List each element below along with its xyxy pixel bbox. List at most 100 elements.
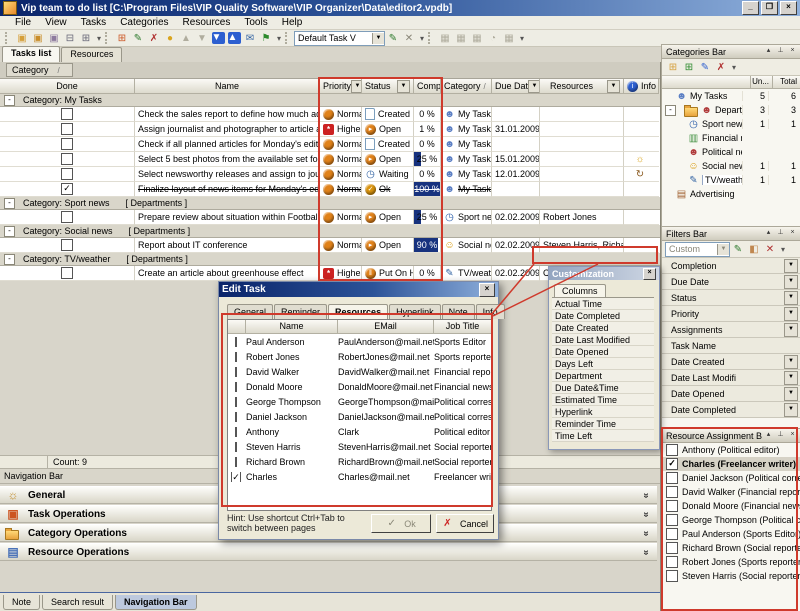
done-checkbox[interactable] — [61, 138, 73, 150]
add-subcategory-button[interactable]: ⊞ — [681, 60, 697, 75]
category-tree-item-financial-news[interactable]: ▥ Financial news — [662, 131, 800, 145]
filter-row-status[interactable]: Status ▼ — [662, 290, 800, 306]
resource-checkbox[interactable] — [666, 486, 678, 498]
panel-close-button[interactable]: × — [787, 430, 798, 441]
group-row[interactable]: - Category: Social news [ Departments ] — [0, 225, 660, 238]
toolbar-overflow-icon[interactable]: ▾ — [417, 34, 427, 43]
cancel-button[interactable]: ✗Cancel — [436, 514, 494, 533]
resource-checkbox[interactable] — [235, 412, 237, 422]
menu-help[interactable]: Help — [275, 17, 310, 28]
resource-item-steven-harris[interactable]: Steven Harris (Social reporter) — [662, 569, 800, 583]
panel-collapse-button[interactable]: ▴ — [763, 430, 774, 441]
expand-all-button[interactable]: ▼ — [210, 31, 226, 46]
column-header-total[interactable]: Total — [773, 76, 800, 88]
task-row[interactable]: Assign journalist and photographer to ar… — [0, 122, 660, 137]
filter-row-date-created[interactable]: Date Created ▼ — [662, 354, 800, 370]
task-row[interactable]: Select 5 best photos from the available … — [0, 152, 660, 167]
restore-button[interactable]: ❐ — [761, 1, 778, 15]
dialog-tab-reminder[interactable]: Reminder — [274, 304, 327, 319]
column-header-email[interactable]: EMail — [338, 320, 434, 333]
dialog-resource-row[interactable]: ✓ Charles Charles@mail.net Freelancer wr… — [228, 469, 491, 484]
column-header-done[interactable]: Done — [0, 79, 135, 94]
column-header-category[interactable]: Category/ — [441, 79, 492, 94]
toolbar-grip[interactable] — [105, 32, 110, 44]
filter-row-priority[interactable]: Priority ▼ — [662, 306, 800, 322]
resource-checkbox[interactable] — [666, 514, 678, 526]
resource-item-george-thompson[interactable]: George Thompson (Political correspond — [662, 513, 800, 527]
collapse-icon[interactable]: - — [4, 254, 15, 265]
resource-item-anthony[interactable]: Anthony (Political editor) — [662, 443, 800, 457]
filter-dropdown-icon[interactable]: ▼ — [784, 259, 798, 273]
resource-checkbox[interactable] — [666, 444, 678, 456]
menu-tools[interactable]: Tools — [237, 17, 274, 28]
filter-row-completion[interactable]: Completion ▼ — [662, 258, 800, 274]
column-header-job-title[interactable]: Job Title — [434, 320, 491, 333]
dialog-tab-info[interactable]: Info — [476, 304, 505, 319]
resource-checkbox[interactable] — [235, 397, 237, 407]
filter-preset-combo[interactable]: Custom ▼ — [665, 242, 730, 257]
resource-checkbox[interactable]: ✓ — [231, 472, 241, 482]
category-tree-item-social-news[interactable]: ☺ Social news 1 1 — [662, 159, 800, 173]
bottom-tab-search-result[interactable]: Search result — [42, 595, 113, 610]
customization-item-days-left[interactable]: Days Left — [552, 358, 654, 370]
resource-item-david-walker[interactable]: David Walker (Financial reporter) — [662, 485, 800, 499]
dialog-resource-row[interactable]: Daniel Jackson DanielJackson@mail.net Po… — [228, 409, 491, 424]
filter-row-assignments[interactable]: Assignments ▼ — [662, 322, 800, 338]
resource-checkbox[interactable] — [666, 570, 678, 582]
customization-item-estimated-time[interactable]: Estimated Time — [552, 394, 654, 406]
dialog-resource-row[interactable]: Steven Harris StevenHarris@mail.net Soci… — [228, 439, 491, 454]
task-view-combo[interactable]: Default Task V ▼ — [294, 31, 385, 46]
inactive-tool-2-button[interactable]: ▦ — [453, 31, 469, 46]
filter-dropdown-icon[interactable]: ▼ — [784, 307, 798, 321]
resource-checkbox[interactable] — [666, 556, 678, 568]
column-header-complete[interactable]: Complete — [414, 79, 441, 94]
inactive-tool-3-button[interactable]: ▦ — [469, 31, 485, 46]
collapse-icon[interactable]: - — [4, 226, 15, 237]
resource-checkbox[interactable] — [235, 367, 237, 377]
group-row[interactable]: - Category: My Tasks — [0, 94, 660, 107]
filter-row-date-opened[interactable]: Date Opened ▼ — [662, 386, 800, 402]
dialog-resource-row[interactable]: Paul Anderson PaulAnderson@mail.net Spor… — [228, 334, 491, 349]
resource-checkbox[interactable] — [235, 442, 237, 452]
resource-checkbox[interactable] — [666, 500, 678, 512]
panel-collapse-button[interactable]: ▴ — [763, 46, 774, 57]
chevron-down-icon[interactable]: ▼ — [717, 244, 729, 255]
customization-item-date-opened[interactable]: Date Opened — [552, 346, 654, 358]
column-header-status[interactable]: Status▼ — [362, 79, 414, 94]
chevron-expand-icon[interactable]: » — [641, 549, 652, 555]
done-checkbox[interactable] — [61, 239, 73, 251]
customization-item-hyperlink[interactable]: Hyperlink — [552, 406, 654, 418]
menu-file[interactable]: File — [8, 17, 38, 28]
new-database-button[interactable]: ▣ — [14, 31, 30, 46]
panel-collapse-button[interactable]: ▴ — [763, 228, 774, 239]
done-checkbox[interactable] — [61, 267, 73, 279]
inactive-tool-5-button[interactable]: ▦ — [501, 31, 517, 46]
resource-item-donald-moore[interactable]: Donald Moore (Financial news editor) — [662, 499, 800, 513]
panel-pin-button[interactable]: ⊥ — [775, 228, 786, 239]
add-category-button[interactable]: ⊞ — [665, 60, 681, 75]
add-task-button[interactable]: ⊞ — [114, 31, 130, 46]
column-header-unfinished[interactable]: Un... — [751, 76, 773, 88]
panel-close-button[interactable]: × — [787, 46, 798, 57]
category-tree-item-sport-news[interactable]: ◷ Sport news 1 1 — [662, 117, 800, 131]
group-by-chip-category[interactable]: Category / — [6, 63, 73, 77]
chevron-down-icon[interactable]: ▼ — [372, 33, 384, 44]
toolbar-grip[interactable] — [285, 32, 290, 44]
print-preview-button[interactable]: ⊞ — [78, 31, 94, 46]
column-header-priority[interactable]: Priority▼ — [320, 79, 362, 94]
category-tree-item-tv-weather[interactable]: ✎ TV/weather 1 1 — [662, 173, 800, 187]
column-header-name[interactable]: Name — [246, 320, 338, 333]
bottom-tab-note[interactable]: Note — [3, 595, 40, 610]
toolbar-grip[interactable] — [428, 32, 433, 44]
done-checkbox[interactable]: ✓ — [61, 183, 73, 195]
collapse-icon[interactable]: - — [4, 95, 15, 106]
column-header-resources[interactable]: Resources▼ — [540, 79, 624, 94]
category-tree-item-departments[interactable]: - ☻ Departments 3 3 — [662, 103, 800, 117]
delete-category-button[interactable]: ✗ — [713, 60, 729, 75]
dialog-tab-note[interactable]: Note — [442, 304, 475, 319]
toolbar-overflow-icon[interactable]: ▾ — [729, 63, 739, 72]
toolbar-overflow-icon[interactable]: ▾ — [94, 34, 104, 43]
resource-item-richard-brown[interactable]: Richard Brown (Social reporter ) — [662, 541, 800, 555]
resource-checkbox[interactable] — [666, 542, 678, 554]
apply-filter-button[interactable]: ✎ — [730, 242, 746, 257]
